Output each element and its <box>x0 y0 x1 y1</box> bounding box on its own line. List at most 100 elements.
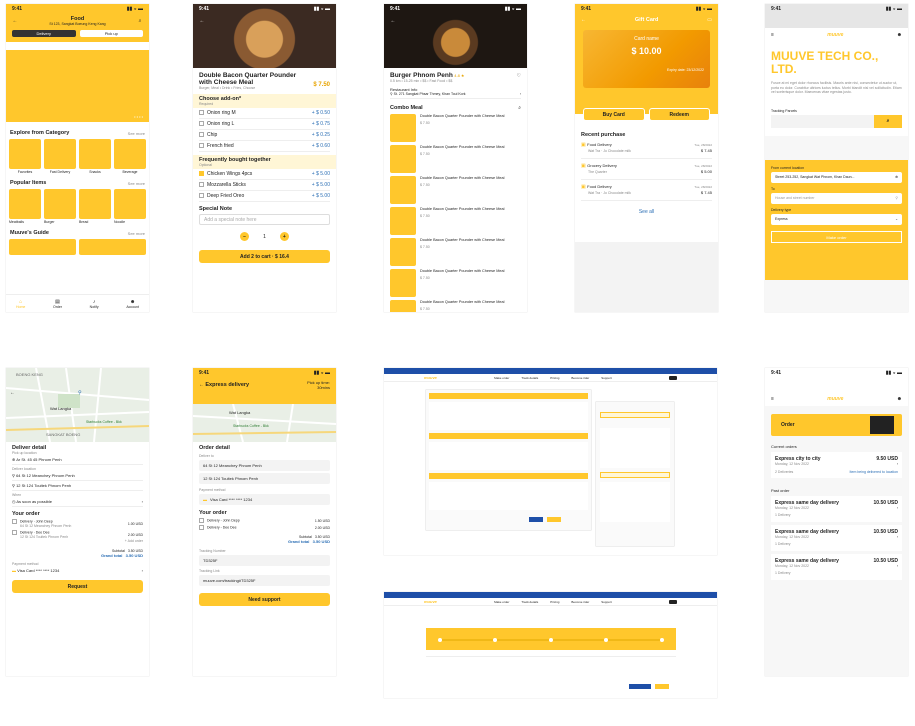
back-arrow-icon[interactable]: ← <box>581 17 586 23</box>
make-order-button[interactable]: Make order <box>771 230 902 243</box>
back-arrow-icon[interactable]: ← <box>390 18 396 24</box>
heart-icon[interactable]: ♡ <box>517 73 521 79</box>
tracking-input[interactable] <box>771 114 874 128</box>
see-all-link[interactable]: See all <box>581 209 712 215</box>
category-item[interactable]: Snacks <box>79 139 111 174</box>
search-icon[interactable]: ⌕ <box>518 105 521 111</box>
fbt-option[interactable]: Deep Fried Oreo + $ 5.00 <box>199 191 330 202</box>
increase-qty-button[interactable]: + <box>279 232 289 241</box>
popular-item[interactable]: Noodle <box>114 189 146 224</box>
deliver-location[interactable]: ⚲ 64 St 12 Meanchey Phnom Penh <box>12 471 143 481</box>
back-arrow-icon[interactable]: ← <box>12 18 18 24</box>
past-order-card[interactable]: Express same day delivery 10.50 USD Monday… <box>771 525 902 551</box>
menu-item[interactable]: Double Bacon Quarter Pounder with Cheese… <box>390 145 521 173</box>
back-arrow-icon[interactable]: ← <box>10 390 15 396</box>
user-icon[interactable]: ☻ <box>897 32 902 38</box>
tracking-label: Tracking Number <box>199 549 226 553</box>
nav-link[interactable]: Become rider <box>571 376 589 380</box>
addon-option[interactable]: Onion ring L + $ 0.75 <box>199 119 330 130</box>
category-item[interactable]: Favorites <box>9 139 41 174</box>
map-view[interactable]: BOENG KENG Wat Langka Starbucks Coffee -… <box>6 368 149 442</box>
type-select[interactable]: Express ⌄ <box>771 213 902 225</box>
nav-link[interactable]: Make order <box>494 376 509 380</box>
to-input[interactable]: House and street number ⚲ <box>771 192 902 204</box>
past-order-card[interactable]: Express same day delivery 10.50 USD Monday… <box>771 554 902 580</box>
category-item[interactable]: Fast Delivery <box>44 139 76 174</box>
clock-icon: ◷ <box>12 499 16 504</box>
guide-card[interactable] <box>79 239 146 255</box>
menu-icon[interactable]: ≡ <box>771 32 774 38</box>
nav-notify[interactable]: ♪ Notify <box>90 299 99 309</box>
share-button[interactable] <box>655 684 669 689</box>
addon-option[interactable]: Chip + $ 0.25 <box>199 130 330 141</box>
menu-item[interactable]: Double Bacon Quarter Pounder with Cheese… <box>390 300 521 312</box>
nav-account[interactable]: ☻ Account <box>126 299 139 309</box>
search-button[interactable]: ⌕ <box>874 114 902 128</box>
tab-pickup[interactable]: Pick up <box>79 30 143 37</box>
addon-option[interactable]: Onion ring M + $ 0.50 <box>199 108 330 119</box>
see-more-link[interactable]: See more <box>128 131 145 136</box>
nav-link[interactable]: Pricing <box>550 600 559 604</box>
decrease-qty-button[interactable]: − <box>240 232 250 241</box>
nav-link[interactable]: Pricing <box>550 376 559 380</box>
see-more-link[interactable]: See more <box>128 181 145 186</box>
guide-card[interactable] <box>9 239 76 255</box>
fbt-option[interactable]: Mozzarella Sticks + $ 5.00 <box>199 180 330 191</box>
purchase-item[interactable]: ▣ Grocery Delivery The Quarter Tue, 28/202… <box>581 159 712 180</box>
cart-icon[interactable]: ▭ <box>707 17 712 23</box>
when-select[interactable]: ◷ As soon as possible › <box>12 497 143 507</box>
from-input[interactable]: Street 253-252, Sangkat Wat Phnom, Khan … <box>771 171 902 183</box>
request-button[interactable]: Request <box>12 580 143 593</box>
nav-link[interactable]: Become rider <box>571 600 589 604</box>
chevron-right-icon: › <box>896 462 898 466</box>
map-pin-icon: ⚲ <box>78 390 82 396</box>
search-icon[interactable]: ⌕ <box>137 18 143 24</box>
tab-delivery[interactable]: Delivery <box>12 30 76 37</box>
chevron-right-icon: › <box>896 535 898 539</box>
back-arrow-icon[interactable]: ← <box>199 18 205 24</box>
fbt-option[interactable]: Chicken Wings 4pcs + $ 5.00 <box>199 169 330 180</box>
nav-link[interactable]: Make order <box>494 600 509 604</box>
menu-item[interactable]: Double Bacon Quarter Pounder with Cheese… <box>390 207 521 235</box>
cancel-button[interactable] <box>547 517 561 522</box>
menu-item[interactable]: Double Bacon Quarter Pounder with Cheese… <box>390 176 521 204</box>
purchase-item[interactable]: ▣ Food Delivery Wat Tra · Jo Chocolate mi… <box>581 180 712 201</box>
popular-item[interactable]: Burger <box>44 189 76 224</box>
menu-item[interactable]: Double Bacon Quarter Pounder with Cheese… <box>390 269 521 297</box>
pickup-location[interactable]: ⊕ Ar St. 45 45 Phnom Penh <box>12 455 143 465</box>
nav-order[interactable]: ▤ Order <box>53 299 62 309</box>
purchase-item[interactable]: ▣ Food Delivery Wat Tra · Jo Chocolate mi… <box>581 138 712 159</box>
past-order-card[interactable]: Express same day delivery 10.50 USD Monday… <box>771 496 902 522</box>
nav-home[interactable]: ⌂ Home <box>16 299 25 309</box>
see-more-link[interactable]: See more <box>128 231 145 236</box>
buy-card-button[interactable]: Buy Card <box>583 108 645 121</box>
nav-link[interactable]: Support <box>601 600 612 604</box>
add-order-link[interactable]: + Add order <box>12 539 143 543</box>
nav-link[interactable]: Support <box>601 376 612 380</box>
menu-item[interactable]: Double Bacon Quarter Pounder with Cheese… <box>390 238 521 266</box>
support-button[interactable] <box>629 684 651 689</box>
deliver-location[interactable]: ⚲ 12 St 124 Toultek Phnom Penh <box>12 481 143 491</box>
menu-icon[interactable]: ≡ <box>771 396 774 402</box>
need-support-button[interactable]: Need support <box>199 593 330 606</box>
category-item[interactable]: Beverage <box>114 139 146 174</box>
redeem-button[interactable]: Redeem <box>648 108 710 121</box>
qty-value: 1 <box>263 233 266 240</box>
restaurant-address[interactable]: ⚲ St. 271 Sangkat Phsar Thmey, Khan Toul… <box>390 92 521 99</box>
addon-option[interactable]: French fried + $ 0.60 <box>199 141 330 152</box>
hero-banner[interactable]: • • • • <box>6 50 149 122</box>
note-input[interactable]: Add a special note here <box>199 214 330 225</box>
nav-link[interactable]: Track details <box>521 376 538 380</box>
submit-button[interactable] <box>529 517 543 522</box>
add-to-cart-button[interactable]: Add 2 to cart · $ 16.4 <box>199 250 330 263</box>
back-arrow-icon[interactable]: ← <box>199 382 204 388</box>
order-card[interactable]: Express city to city 9.50 USD Monday, 12 … <box>771 452 902 478</box>
user-icon[interactable]: ☻ <box>897 396 902 402</box>
menu-item[interactable]: Double Bacon Quarter Pounder with Cheese… <box>390 114 521 142</box>
popular-item[interactable]: Meatballs <box>9 189 41 224</box>
nav-link[interactable]: Track details <box>521 600 538 604</box>
tracking-link[interactable]: muuve.com/tracking#TD325F <box>199 575 330 586</box>
popular-item[interactable]: Bread <box>79 189 111 224</box>
map-view[interactable]: Wat Langka Starbucks Coffee - Bkk <box>193 404 336 442</box>
payment-method[interactable]: ▬ Visa Card **** **** 1234 › <box>12 568 143 573</box>
